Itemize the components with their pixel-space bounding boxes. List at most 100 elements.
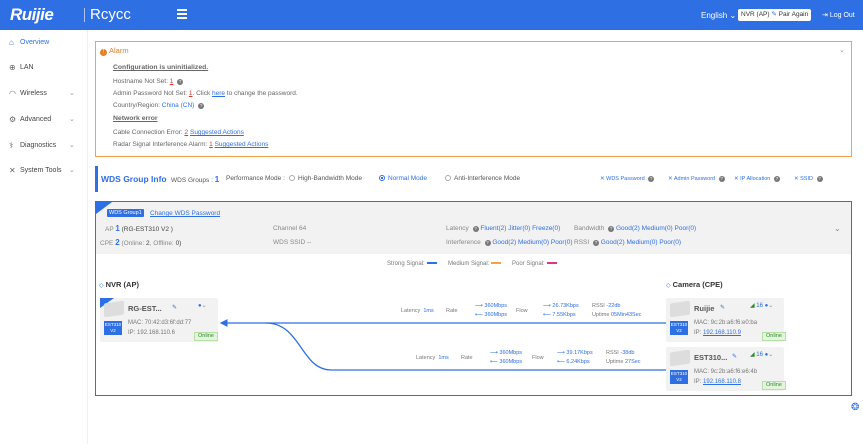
- flow-down-value: 6.24Kbps: [566, 359, 590, 365]
- edit-icon[interactable]: ✎: [720, 304, 725, 311]
- cpe-count: 2: [115, 238, 120, 247]
- ssid-link[interactable]: ✕ SSID ?: [794, 176, 823, 182]
- floating-help-icon[interactable]: ❂: [851, 402, 859, 413]
- country-value[interactable]: China (CN): [162, 102, 195, 109]
- ap-count: 1: [115, 224, 120, 233]
- sidebar-item-overview[interactable]: ⌂ Overview: [0, 33, 88, 53]
- chevron-down-icon[interactable]: ⌄: [202, 303, 207, 309]
- arrow-left-icon: ⟵: [543, 312, 551, 318]
- uptime-value: 05Min43Sec: [610, 312, 642, 318]
- sidebar-item-wireless[interactable]: ◠ Wireless ⌄: [0, 84, 88, 104]
- chevron-down-icon[interactable]: ⌄: [768, 352, 773, 358]
- latency-value: 1ms: [423, 308, 434, 314]
- bandwidth-poor: Poor(0): [674, 225, 697, 232]
- admin-password-link[interactable]: ✕ Admin Password ?: [668, 176, 725, 182]
- cable-suggested-actions-link[interactable]: Suggested Actions: [190, 129, 244, 136]
- wds-ssid-value: --: [306, 239, 312, 246]
- edit-icon[interactable]: ✎: [771, 11, 776, 18]
- arrow-left-icon: ⟵: [475, 312, 483, 318]
- pair-again-link[interactable]: Pair Again: [779, 11, 809, 18]
- edit-icon[interactable]: ✎: [732, 353, 737, 360]
- country-label: Country/Region:: [113, 102, 160, 109]
- camera-device-card[interactable]: EST310 V2 Ruijie ✎ ◢ 16 ●⌄ MAC: 9c:2b:a6…: [666, 298, 786, 342]
- sidebar-item-system-tools[interactable]: ✕ System Tools ⌄: [0, 161, 88, 181]
- sidebar-item-advanced[interactable]: ⚙ Advanced ⌄: [0, 110, 88, 130]
- help-icon[interactable]: ?: [718, 176, 725, 182]
- performance-mode-label: Performance Mode :: [226, 175, 285, 182]
- status-badge: Online: [194, 332, 218, 341]
- link1-flow-down: ⟵ 7.55Kbps: [543, 312, 576, 318]
- uptime-value: 27Sec: [624, 359, 641, 365]
- wds-password-link[interactable]: ✕ WDS Password ?: [600, 176, 655, 182]
- signal-value: 16: [756, 303, 763, 309]
- help-icon[interactable]: ?: [816, 176, 823, 182]
- link2-rate-up: ⟶ 360Mbps: [490, 350, 522, 356]
- admin-password-here-link[interactable]: here: [212, 90, 225, 97]
- radio-selected-icon: [379, 175, 385, 181]
- ip-allocation-link[interactable]: ✕ IP Allocation ?: [734, 176, 780, 182]
- device-label: NVR (AP): [741, 11, 770, 18]
- sidebar-item-label: Wireless: [20, 90, 47, 97]
- sidebar-item-diagnostics[interactable]: ⚕ Diagnostics ⌄: [0, 136, 88, 156]
- chevron-down-icon[interactable]: ⌄: [768, 303, 773, 309]
- ip-value: 192.168.110.6: [137, 330, 175, 336]
- sidebar-item-lan[interactable]: ⊕ LAN: [0, 58, 88, 78]
- collapse-icon[interactable]: ⌄: [839, 46, 845, 54]
- help-icon[interactable]: ?: [484, 240, 491, 246]
- cable-count[interactable]: 2: [185, 129, 189, 136]
- help-icon[interactable]: ?: [472, 226, 479, 232]
- cable-alarm: Cable Connection Error: 2 Suggested Acti…: [113, 129, 244, 136]
- link-label: SSID: [800, 176, 813, 182]
- mode-normal[interactable]: Normal Mode: [379, 175, 427, 182]
- cpe-offline-label: , Offline:: [149, 240, 174, 247]
- admin-password-click-text: . Click: [192, 90, 211, 97]
- hostname-count[interactable]: 1: [170, 78, 174, 85]
- top-bar: Ruijie Rcycc English ⌄ NVR (AP) ✎ Pair A…: [0, 0, 863, 30]
- help-icon[interactable]: ?: [648, 176, 655, 182]
- radar-suggested-actions-link[interactable]: Suggested Actions: [215, 141, 269, 148]
- device-image: [670, 349, 690, 367]
- alarm-title: Alarm: [109, 46, 129, 55]
- help-icon[interactable]: ?: [608, 226, 615, 232]
- camera-device-card[interactable]: EST310 V2 EST310... ✎ ◢ 16 ●⌄ MAC: 9c:2b…: [666, 347, 786, 391]
- ap-label: AP: [105, 226, 114, 233]
- rate-down-value: 360Mbps: [484, 312, 508, 318]
- language-select[interactable]: English ⌄: [701, 11, 736, 20]
- link1-flow-label: Flow: [516, 308, 528, 314]
- latency-freeze: Freeze(0): [532, 225, 561, 232]
- logout-button[interactable]: ⇥ Log Out: [822, 11, 855, 19]
- link1-rate-down: ⟵ 360Mbps: [475, 312, 507, 318]
- mode-high-bandwidth[interactable]: High-Bandwidth Mode: [289, 175, 362, 182]
- flow-up-value: 26.73Kbps: [552, 303, 579, 309]
- radar-label: Radar Signal Interference Alarm:: [113, 141, 208, 148]
- legend-swatch: [491, 262, 502, 264]
- cpe-online-label: (Online:: [121, 240, 145, 247]
- chevron-down-icon: ⌄: [729, 11, 737, 20]
- device-name: Ruijie: [694, 304, 715, 313]
- link2-flow-up: ⟶ 39.17Kbps: [557, 350, 593, 356]
- menu-toggle-icon[interactable]: [177, 9, 187, 19]
- chevron-down-icon[interactable]: ⌄: [834, 224, 841, 233]
- wds-group-summary: WDS Group1 Change WDS Password AP 1 (RG-…: [96, 202, 851, 254]
- help-icon[interactable]: ?: [198, 103, 205, 109]
- change-wds-password-link[interactable]: Change WDS Password: [150, 210, 220, 217]
- mac-row: MAC: 70:42:d3:6f:dd:77: [128, 320, 191, 326]
- wds-group-badge: WDS Group1: [107, 209, 144, 217]
- latency-value: 1ms: [438, 355, 449, 361]
- mac-value: 9c:2b:a6:f6:e6:4b: [710, 369, 758, 375]
- ip-link[interactable]: 192.168.110.9: [703, 330, 741, 336]
- cpe-label: CPE: [100, 240, 114, 247]
- reyee-logo: Rcycc: [90, 6, 131, 23]
- camera-section-title: ◇ Camera (CPE): [666, 280, 723, 289]
- radar-count[interactable]: 1: [209, 141, 213, 148]
- mode-anti-interference[interactable]: Anti-Interference Mode: [445, 175, 520, 182]
- uptime-label: Uptime: [606, 359, 624, 365]
- help-icon[interactable]: ?: [773, 176, 780, 182]
- latency-jitter: Jitter(0): [508, 225, 531, 232]
- help-icon[interactable]: ?: [592, 240, 599, 246]
- help-icon[interactable]: ?: [177, 79, 184, 85]
- nvr-device-card[interactable]: EST310 V2 RG-EST... ✎ ●⌄ MAC: 70:42:d3:6…: [100, 298, 218, 342]
- edit-icon[interactable]: ✎: [172, 304, 177, 311]
- ip-link[interactable]: 192.168.110.8: [703, 379, 741, 385]
- legend-label: Strong Signal:: [387, 261, 425, 267]
